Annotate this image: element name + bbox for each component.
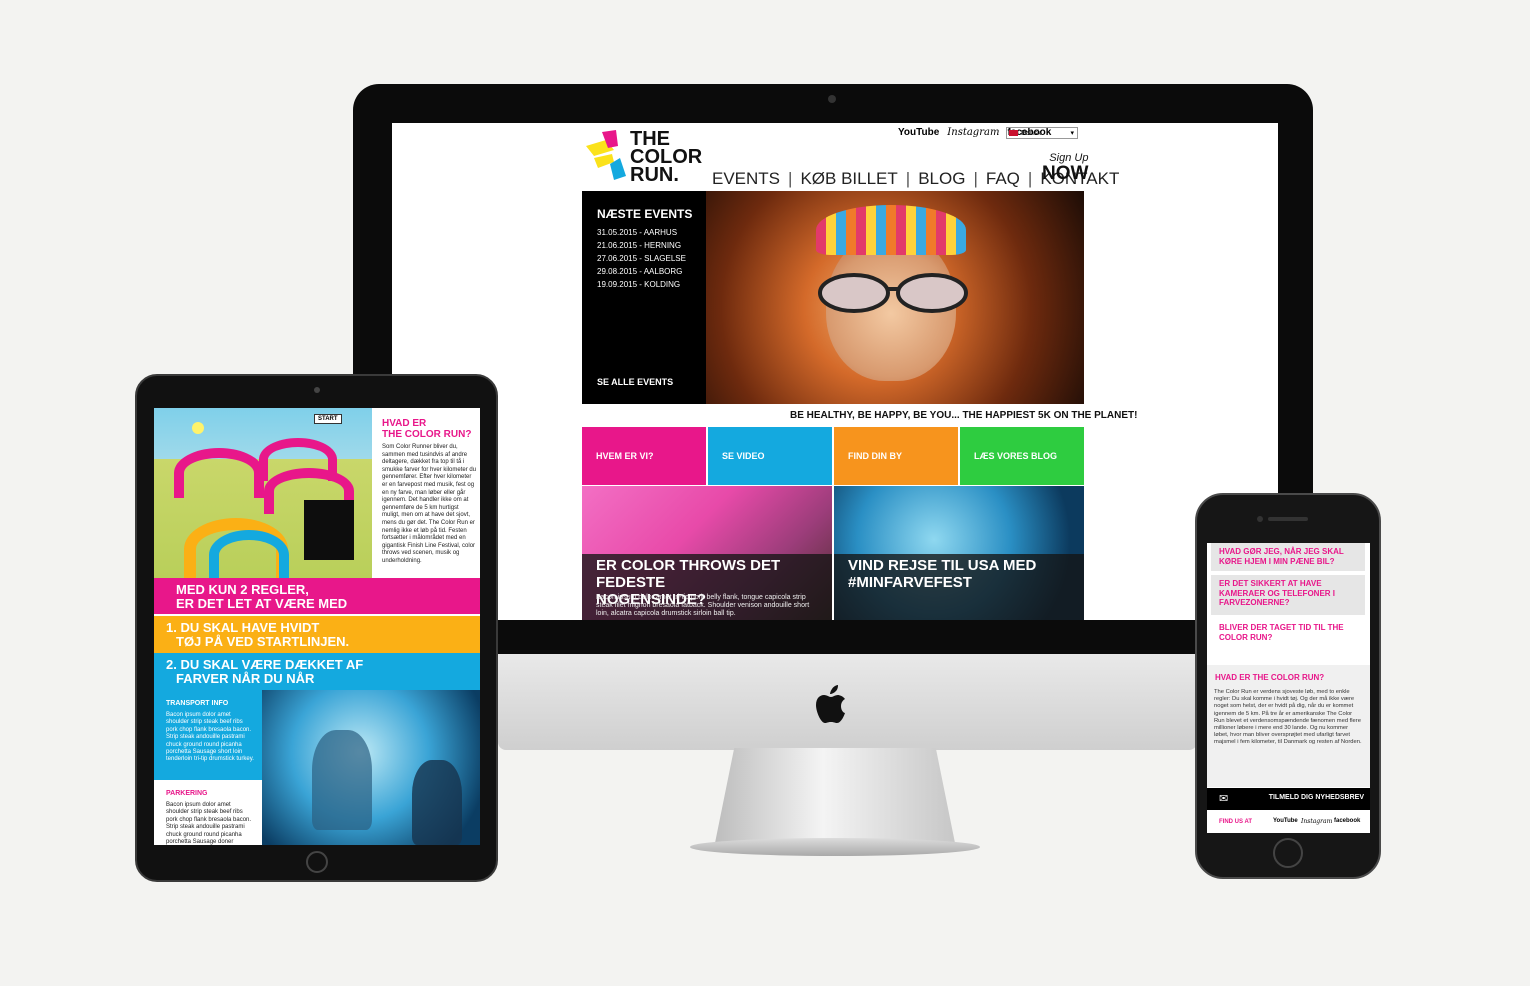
instagram-link[interactable]: Instagram xyxy=(947,127,999,138)
brand-name[interactable]: THE COLOR RUN. xyxy=(630,129,702,186)
tagline: BE HEALTHY, BE HAPPY, BE YOU... THE HAPP… xyxy=(790,410,1138,421)
rule-1-band: 1. DU SKAL HAVE HVIDT TØJ PÅ VED STARTLI… xyxy=(154,616,480,653)
nav-separator: | xyxy=(905,169,911,188)
feature-title-line: #MINFARVEFEST xyxy=(848,574,972,591)
faq-item[interactable]: ER DET SIKKERT AT HAVE KAMERAER OG TELEF… xyxy=(1211,575,1365,615)
band-line: ER DET LET AT VÆRE MED xyxy=(176,596,348,611)
nav-separator: | xyxy=(1027,169,1033,188)
events-title: NÆSTE EVENTS xyxy=(597,207,693,221)
imac-stand xyxy=(715,748,955,843)
feature-title: VIND REJSE TIL USA MED #MINFARVEFEST xyxy=(848,557,1036,591)
language-select[interactable]: Dansk ▾ xyxy=(1006,127,1078,139)
parking-text: Bacon ipsum dolor amet shoulder strip st… xyxy=(166,802,252,845)
parking-info: PARKERING Bacon ipsum dolor amet shoulde… xyxy=(154,780,262,845)
about-title-line: THE COLOR RUN? xyxy=(382,429,472,440)
nav-separator: | xyxy=(788,169,793,188)
nav-item-buy-ticket[interactable]: KØB BILLET xyxy=(800,169,897,189)
facebook-link[interactable]: facebook xyxy=(1334,818,1360,824)
rule-2-band: 2. DU SKAL VÆRE DÆKKET AF FARVER NÅR DU … xyxy=(154,653,480,690)
youtube-link[interactable]: YouTube xyxy=(898,127,939,138)
parking-title: PARKERING xyxy=(166,790,208,797)
imac-stand-base xyxy=(690,838,980,856)
about-title: HVAD ER THE COLOR RUN? xyxy=(382,418,471,440)
iphone-home-button[interactable] xyxy=(1273,838,1303,868)
feature-title-line: VIND REJSE TIL USA MED xyxy=(848,557,1037,574)
tile-read-blog[interactable]: LÆS VORES BLOG xyxy=(960,427,1084,485)
iphone-speaker xyxy=(1268,517,1308,521)
imac-camera xyxy=(828,95,836,103)
band-line: TØJ PÅ VED STARTLINJEN. xyxy=(176,634,350,649)
feature-card-color-throws[interactable]: ER COLOR THROWS DET FEDESTE NOGENSINDE? … xyxy=(582,486,832,620)
newsletter-label: TILMELD DIG NYHEDSBREV xyxy=(1268,794,1364,801)
color-arch xyxy=(209,530,289,580)
nav-item-blog[interactable]: BLOG xyxy=(918,169,965,189)
band-line: MED KUN 2 REGLER, xyxy=(176,582,309,597)
signup-bottom: NOW xyxy=(1042,163,1089,184)
runner-hat xyxy=(816,205,966,255)
upcoming-events-panel: NÆSTE EVENTS 31.05.2015 - AARHUS 21.06.2… xyxy=(582,191,706,404)
about-text: Som Color Runner bliver du, sammen med t… xyxy=(382,444,477,564)
nav-item-events[interactable]: EVENTS xyxy=(712,169,780,189)
tile-who-are-we[interactable]: HVEM ER VI? xyxy=(582,427,706,485)
band-line: 2. DU SKAL VÆRE DÆKKET AF xyxy=(166,657,364,672)
nav-item-faq[interactable]: FAQ xyxy=(986,169,1020,189)
brand-line: RUN. xyxy=(630,164,679,186)
tablet-website: START HVAD ER THE COLOR RUN? Som Color R… xyxy=(154,408,480,845)
apple-logo-icon xyxy=(816,685,845,723)
see-all-events-link[interactable]: SE ALLE EVENTS xyxy=(597,377,673,387)
faq-item[interactable]: BLIVER DER TAGET TID TIL THE COLOR RUN? xyxy=(1211,619,1365,649)
band-line: FARVER NÅR DU NÅR xyxy=(176,671,315,686)
tile-find-city[interactable]: FIND DIN BY xyxy=(834,427,958,485)
find-us-bar: FIND US AT YouTube Instagram facebook xyxy=(1207,813,1370,833)
start-sign: START xyxy=(314,414,342,424)
color-arch xyxy=(174,448,264,498)
about-title: HVAD ER THE COLOR RUN? xyxy=(1215,673,1325,682)
about-title-line: HVAD ER xyxy=(382,418,427,429)
ipad-camera xyxy=(314,387,320,393)
youtube-link[interactable]: YouTube xyxy=(1273,818,1298,824)
desktop-website: THE COLOR RUN. YouTube Instagram faceboo… xyxy=(392,123,1278,620)
event-item[interactable]: 31.05.2015 - AARHUS xyxy=(597,228,677,237)
signup-button[interactable]: Sign Up NOW xyxy=(1042,153,1088,184)
language-value: Dansk xyxy=(1021,130,1041,137)
transport-title: TRANSPORT INFO xyxy=(166,700,229,707)
runner-silhouette xyxy=(312,730,372,830)
event-item[interactable]: 29.08.2015 - AALBORG xyxy=(597,267,682,276)
find-us-label: FIND US AT xyxy=(1219,819,1252,825)
runner-silhouette xyxy=(412,760,462,845)
sun-icon xyxy=(192,422,204,434)
course-map-illustration: START xyxy=(154,408,372,580)
band-line: 1. DU SKAL HAVE HVIDT xyxy=(166,620,320,635)
feature-title-line: ER COLOR THROWS DET FEDESTE xyxy=(596,557,781,591)
runners-photo xyxy=(262,690,480,845)
ipad-home-button[interactable] xyxy=(306,851,328,873)
tile-watch-video[interactable]: SE VIDEO xyxy=(708,427,832,485)
transport-text: Bacon ipsum dolor amet shoulder strip st… xyxy=(166,712,254,763)
sunglasses-icon xyxy=(818,273,968,313)
about-text: The Color Run er verdens sjoveste løb, m… xyxy=(1214,689,1362,746)
event-item[interactable]: 21.06.2015 - HERNING xyxy=(597,241,681,250)
danish-flag-icon xyxy=(1009,130,1018,136)
event-item[interactable]: 19.09.2015 - KOLDING xyxy=(597,280,680,289)
hero-image xyxy=(706,191,1084,404)
instagram-link[interactable]: Instagram xyxy=(1301,818,1332,825)
chevron-down-icon: ▾ xyxy=(1070,130,1074,137)
newsletter-signup-button[interactable]: ✉ TILMELD DIG NYHEDSBREV xyxy=(1207,788,1370,810)
imac-chin xyxy=(498,654,1197,750)
feature-body: Bacon ipsum dolor amet tri-tip pork bell… xyxy=(596,594,810,617)
nav-separator: | xyxy=(973,169,978,188)
rules-band: MED KUN 2 REGLER, ER DET LET AT VÆRE MED xyxy=(154,578,480,614)
feature-card-usa-trip[interactable]: VIND REJSE TIL USA MED #MINFARVEFEST xyxy=(834,486,1084,620)
mobile-website: HVAD GØR JEG, NÅR JEG SKAL KØRE HJEM I M… xyxy=(1207,543,1370,833)
about-section: HVAD ER THE COLOR RUN? The Color Run er … xyxy=(1207,665,1370,787)
faq-item[interactable]: HVAD GØR JEG, NÅR JEG SKAL KØRE HJEM I M… xyxy=(1211,543,1365,571)
finish-stage xyxy=(304,500,354,560)
transport-info: TRANSPORT INFO Bacon ipsum dolor amet sh… xyxy=(154,690,262,780)
envelope-icon: ✉ xyxy=(1219,793,1229,805)
iphone-camera xyxy=(1257,516,1263,522)
about-column: HVAD ER THE COLOR RUN? Som Color Runner … xyxy=(374,408,480,578)
event-item[interactable]: 27.06.2015 - SLAGELSE xyxy=(597,254,686,263)
